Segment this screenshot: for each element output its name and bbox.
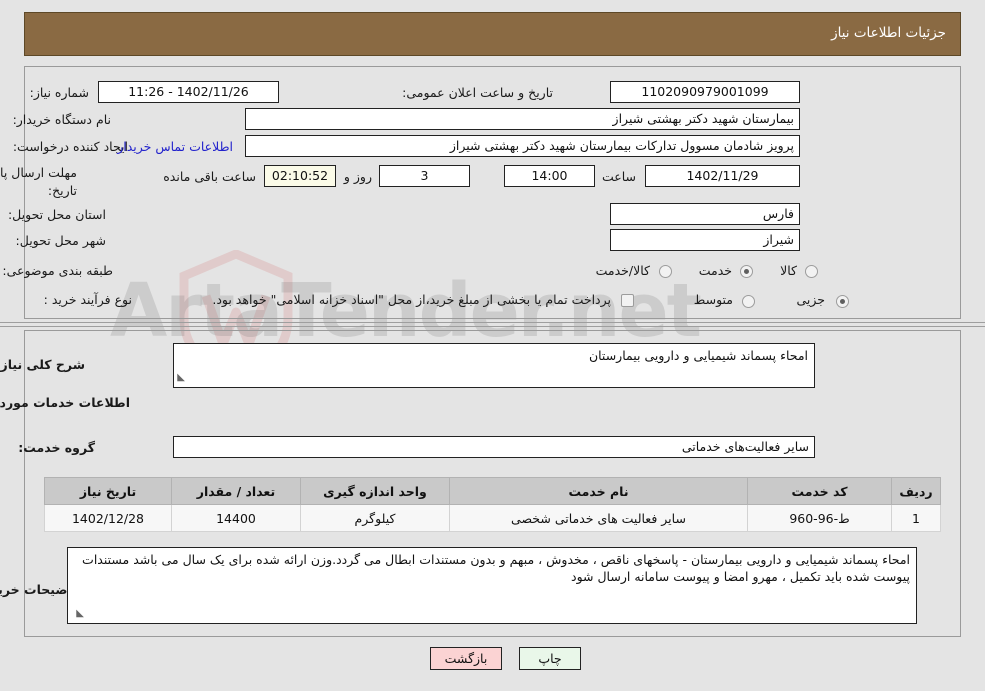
services-table: ردیف کد خدمت نام خدمت واحد اندازه گیری ت… xyxy=(44,477,941,532)
radio-category-kala-khedmat-label: کالا/خدمت xyxy=(595,263,650,278)
col-header-service-name: نام خدمت xyxy=(449,477,748,505)
countdown-suffix-label: ساعت باقی مانده xyxy=(163,169,256,184)
back-button[interactable]: بازگشت xyxy=(430,647,502,670)
radio-category-kala[interactable] xyxy=(805,265,818,278)
radio-category-khedmat-label: خدمت xyxy=(698,263,732,278)
days-remaining-value: 3 xyxy=(379,165,470,187)
buyer-org-value: بیمارستان شهید دکتر بهشتی شیراز xyxy=(245,108,800,130)
hour-label: ساعت xyxy=(601,169,636,184)
city-label: شهر محل تحویل: xyxy=(15,233,106,248)
days-label: روز و xyxy=(343,169,372,184)
cell-unit: کیلوگرم xyxy=(300,504,450,532)
radio-process-jozee-label: جزیی xyxy=(796,292,825,307)
requester-label: ایجاد کننده درخواست: xyxy=(12,139,128,154)
province-value: فارس xyxy=(610,203,800,225)
col-header-unit: واحد اندازه گیری xyxy=(300,477,450,505)
cell-row-no: 1 xyxy=(891,504,941,532)
service-group-value: سایر فعالیت‌های خدماتی xyxy=(173,436,815,458)
deadline-time-value: 14:00 xyxy=(504,165,595,187)
buyer-notes-textarea[interactable] xyxy=(67,547,917,624)
col-header-row-no: ردیف xyxy=(891,477,941,505)
category-label: طبقه بندی موضوعی: xyxy=(2,263,113,278)
cell-quantity: 14400 xyxy=(171,504,301,532)
radio-process-jozee[interactable] xyxy=(836,295,849,308)
buyer-org-label: نام دستگاه خریدار: xyxy=(12,112,111,127)
cell-need-date: 1402/12/28 xyxy=(44,504,172,532)
need-details-page: ArtaTender.net جزئیات اطلاعات نیاز شماره… xyxy=(0,0,985,691)
radio-category-kala-khedmat[interactable] xyxy=(659,265,672,278)
announce-datetime-value: 1402/11/26 - 11:26 xyxy=(98,81,279,103)
general-description-textarea[interactable] xyxy=(173,343,815,388)
page-header-bar: جزئیات اطلاعات نیاز xyxy=(24,12,961,56)
need-number-value: 1102090979001099 xyxy=(610,81,800,103)
radio-category-khedmat[interactable] xyxy=(740,265,753,278)
radio-process-motevaset[interactable] xyxy=(742,295,755,308)
table-row: 1 ط-96-960 سایر فعالیت های خدماتی شخصی ک… xyxy=(44,504,941,532)
province-label: استان محل تحویل: xyxy=(7,207,106,222)
radio-process-motevaset-label: متوسط xyxy=(693,292,733,307)
process-type-label: نوع فرآیند خرید : xyxy=(43,292,132,307)
divider-top xyxy=(0,322,985,323)
divider-bottom xyxy=(0,326,985,327)
radio-category-kala-label: کالا xyxy=(780,263,797,278)
announce-datetime-label: تاریخ و ساعت اعلان عمومی: xyxy=(402,85,553,100)
cell-service-code: ط-96-960 xyxy=(747,504,892,532)
city-value: شیراز xyxy=(610,229,800,251)
treasury-docs-text: پرداخت تمام یا بخشی از مبلغ خرید،از محل … xyxy=(212,292,611,307)
need-number-label: شماره نیاز: xyxy=(29,85,89,100)
print-button[interactable]: چاپ xyxy=(519,647,581,670)
deadline-label-line2: تاریخ: xyxy=(47,183,77,198)
treasury-docs-checkbox[interactable] xyxy=(621,294,634,307)
general-description-label: شرح کلی نیاز: xyxy=(0,357,85,372)
buyer-contact-link[interactable]: اطلاعات تماس خریدار xyxy=(117,139,233,154)
table-header-row: ردیف کد خدمت نام خدمت واحد اندازه گیری ت… xyxy=(44,477,941,505)
requester-value: پرویز شادمان مسوول تدارکات بیمارستان شهی… xyxy=(245,135,800,157)
col-header-need-date: تاریخ نیاز xyxy=(44,477,172,505)
deadline-label-line1: مهلت ارسال پاسخ: تا xyxy=(0,165,77,180)
top-info-panel xyxy=(24,66,961,319)
cell-service-name: سایر فعالیت های خدماتی شخصی xyxy=(449,504,748,532)
page-title: جزئیات اطلاعات نیاز xyxy=(831,25,946,41)
col-header-quantity: تعداد / مقدار xyxy=(171,477,301,505)
col-header-service-code: کد خدمت xyxy=(747,477,892,505)
services-section-heading: اطلاعات خدمات مورد نیاز xyxy=(0,395,130,410)
service-group-label: گروه خدمت: xyxy=(18,440,95,455)
countdown-timer: 02:10:52 xyxy=(264,165,336,187)
deadline-date-value: 1402/11/29 xyxy=(645,165,800,187)
